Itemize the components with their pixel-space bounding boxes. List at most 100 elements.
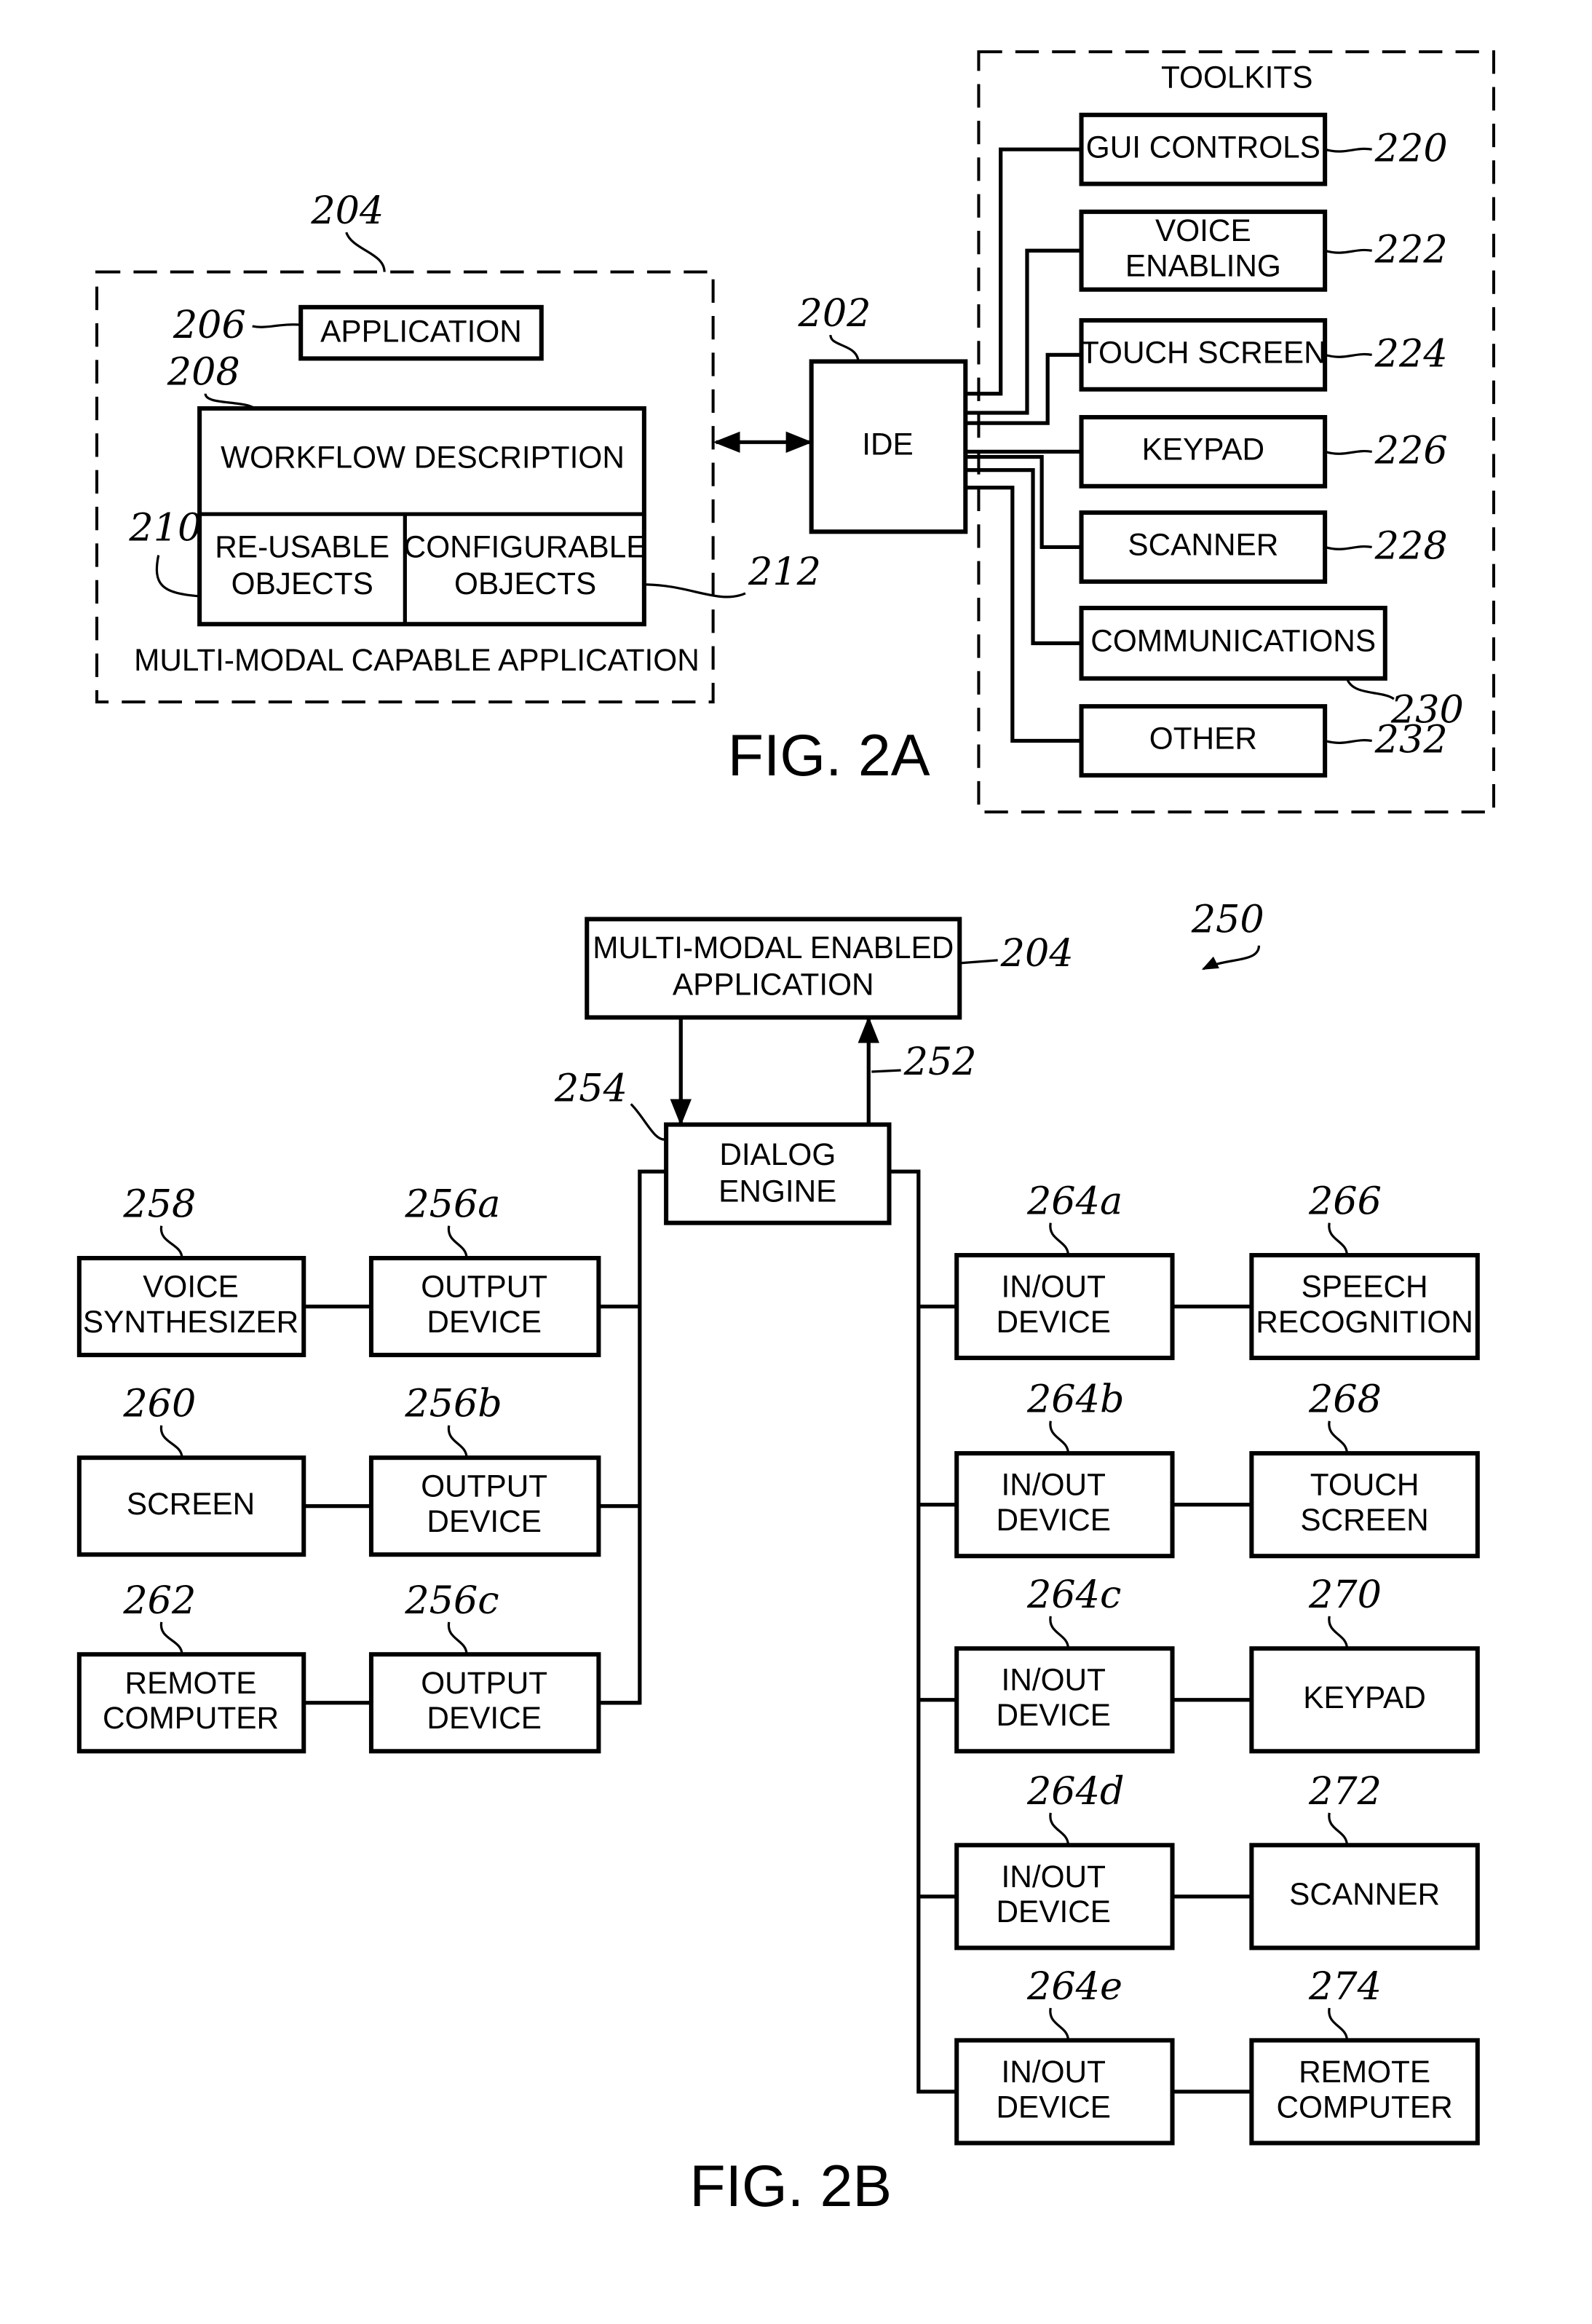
inout-device-line1: IN/OUT [1002,1663,1106,1697]
toolkit-items: GUI CONTROLS 220 VOICEENABLING 222 TOUCH SCR… [965,112,1464,778]
dialog-engine-line2: ENGINE [718,1174,836,1209]
toolkit-leader [1324,545,1372,550]
leader-204b [959,959,998,965]
ref-252: 252 [903,1040,977,1084]
ref-208: 208 [167,350,240,395]
enabled-application-line2: APPLICATION [673,967,874,1001]
inout-leader [1049,1222,1070,1256]
output-ref: 256c [404,1578,499,1623]
leader-252 [871,1069,901,1073]
toolkit-connector [965,467,1082,646]
output-peer-ref: 258 [122,1182,196,1227]
toolkit-leader [1324,147,1372,153]
toolkit-ref: 226 [1374,429,1448,473]
inout-leader [1049,1812,1070,1846]
inout-ref: 264c [1026,1573,1121,1617]
inout-device-line2: DEVICE [996,1305,1111,1339]
inout-peer-ref: 274 [1308,1964,1382,2009]
fig-2b-caption: FIG. 2B [689,2154,892,2219]
inout-leader [1049,1420,1070,1454]
inout-peer-leader [1328,1812,1348,1846]
ref-204: 204 [310,189,384,233]
output-peer-leader [160,1621,183,1655]
inout-peer-line2: SCREEN [1300,1503,1428,1537]
ref-212: 212 [748,550,821,594]
output-ref: 256a [404,1182,500,1227]
inout-device-line1: IN/OUT [1002,2055,1106,2089]
configurable-objects-line2: OBJECTS [454,566,596,601]
inout-peer-line1: KEYPAD [1303,1680,1426,1715]
toolkit-leader [1324,450,1372,455]
inout-device-line1: IN/OUT [1002,1468,1106,1502]
inout-peer-line2: COMPUTER [1277,2090,1453,2124]
inout-peer-line1: TOUCH [1310,1468,1419,1502]
ref-202: 202 [798,291,871,336]
toolkit-leader [1324,739,1372,744]
output-leader [447,1425,468,1458]
fig-2b: 250 MULTI-MODAL ENABLED APPLICATION 204 … [76,898,1480,2219]
output-device-line1: OUTPUT [421,1270,547,1304]
toolkit-ref: 220 [1374,126,1448,170]
output-peer-leader [160,1225,183,1259]
inout-device-line2: DEVICE [996,1503,1111,1537]
inout-peer-line1: SCANNER [1289,1877,1440,1911]
inout-bus [889,1169,957,2094]
inout-device-line2: DEVICE [996,1894,1111,1929]
output-peer-line1: VOICE [143,1270,239,1304]
output-ref: 256b [404,1382,502,1426]
inout-peer-leader [1328,1616,1348,1649]
output-leader [447,1225,468,1259]
output-peer-line2: SYNTHESIZER [83,1305,298,1339]
output-device-line1: OUTPUT [421,1469,547,1503]
toolkit-connector [965,248,1082,415]
toolkit-leader [1324,352,1372,358]
inout-device-line1: IN/OUT [1002,1859,1106,1894]
toolkit-ref: 232 [1374,718,1448,762]
fig-2a-caption: FIG. 2A [728,723,930,788]
inout-peer-leader [1328,1420,1348,1454]
toolkit-ref: 224 [1374,332,1448,376]
inout-ref: 264a [1026,1179,1122,1224]
leader-250-arrow [1201,945,1261,971]
output-peer-line1: SCREEN [127,1487,255,1521]
ref-210: 210 [128,505,202,550]
inout-ref: 264d [1026,1769,1125,1814]
ide-label: IDE [862,427,914,462]
ref-250: 250 [1191,898,1264,942]
output-device-line1: OUTPUT [421,1666,547,1700]
output-bus [601,1169,667,1705]
leader-254 [630,1103,667,1141]
inout-device-line2: DEVICE [996,2090,1111,2124]
leader-210 [155,555,200,598]
patent-figure-sheet: 204 APPLICATION 206 WORKFLOW DESCRIPTION… [76,50,1495,2219]
leader-204 [345,232,386,272]
inout-leader [1049,1616,1070,1649]
output-device-line2: DEVICE [427,1305,542,1339]
inout-peer-line1: SPEECH [1302,1270,1428,1304]
reusable-objects-line1: RE-USABLE [215,530,389,564]
toolkit-label-line1: TOUCH SCREEN [1080,336,1326,370]
inout-peer-leader [1328,1222,1348,1256]
inout-peer-line1: REMOTE [1299,2055,1430,2089]
toolkit-label-line1: COMMUNICATIONS [1090,624,1376,658]
output-leader [447,1621,468,1655]
inout-device-line1: IN/OUT [1002,1270,1106,1304]
ref-254: 254 [554,1066,627,1110]
toolkit-label-line1: GUI CONTROLS [1086,130,1320,164]
ref-206: 206 [173,303,246,347]
toolkit-label-line1: VOICE [1155,213,1251,248]
output-rows: OUTPUTDEVICE256aVOICESYNTHESIZER258OUTPU… [76,1182,640,1754]
toolkit-label-line2: ENABLING [1125,249,1281,283]
inout-ref: 264b [1026,1378,1125,1422]
inout-peer-line2: RECOGNITION [1256,1305,1473,1339]
output-peer-line1: REMOTE [125,1666,257,1700]
output-device-line2: DEVICE [427,1701,542,1735]
inout-peer-ref: 270 [1308,1573,1382,1617]
toolkit-leader [1324,248,1372,254]
ref-204b: 204 [1000,931,1074,976]
multi-modal-capable-application-label: MULTI-MODAL CAPABLE APPLICATION [134,643,700,677]
application-label: APPLICATION [320,314,522,348]
toolkits-title: TOOLKITS [1161,60,1312,95]
toolkit-ref: 228 [1374,524,1448,569]
output-peer-leader [160,1425,183,1458]
